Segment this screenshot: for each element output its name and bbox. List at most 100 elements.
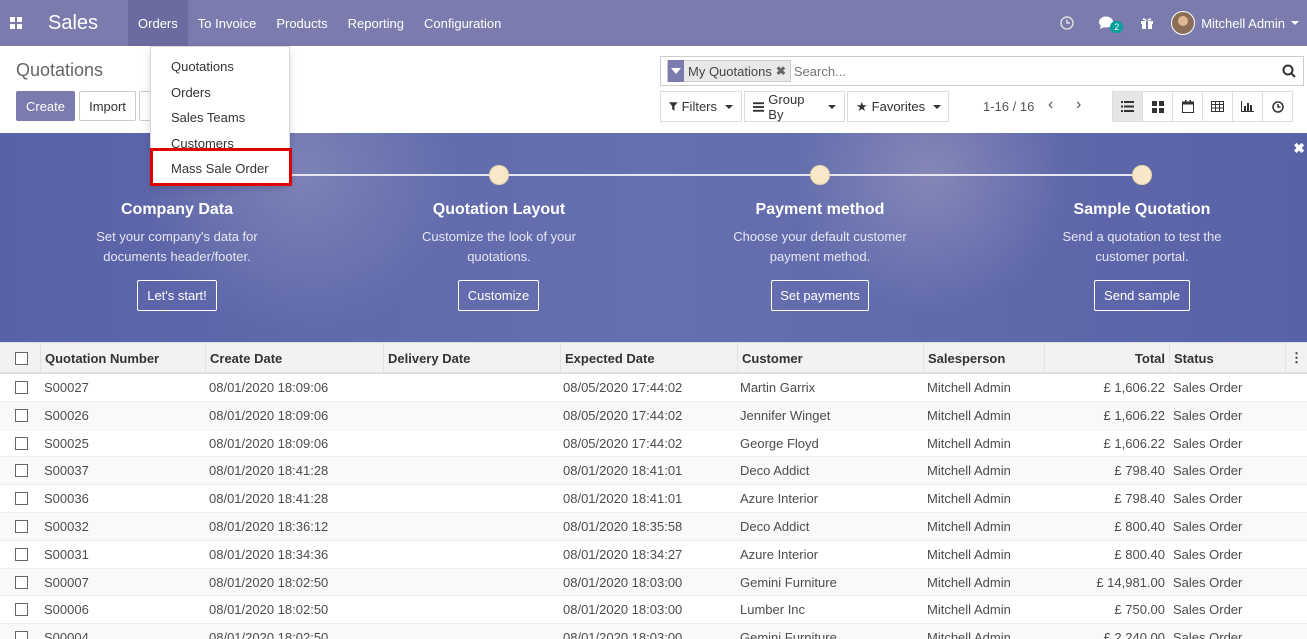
cell-quotation-number: S00032 bbox=[44, 518, 89, 534]
row-checkbox[interactable] bbox=[15, 408, 28, 422]
row-checkbox[interactable] bbox=[15, 464, 28, 478]
table-row[interactable]: S00031 08/01/2020 18:34:36 08/01/2020 18:3… bbox=[0, 541, 1307, 569]
dropdown-item-orders[interactable]: Orders bbox=[171, 85, 211, 100]
quotations-table: Quotation Number Create Date Delivery Da… bbox=[0, 342, 1307, 639]
filters-dropdown[interactable]: Filters bbox=[660, 91, 742, 122]
column-options-icon[interactable]: ⋮ bbox=[1285, 343, 1307, 373]
row-checkbox[interactable] bbox=[15, 381, 28, 394]
close-icon[interactable]: ✖ bbox=[1293, 140, 1305, 157]
select-all-checkbox[interactable] bbox=[15, 352, 28, 365]
row-checkbox[interactable] bbox=[15, 547, 28, 561]
search-facet[interactable]: My Quotations ✖ bbox=[667, 60, 791, 82]
caret-down-icon bbox=[828, 104, 836, 109]
user-menu[interactable]: Mitchell Admin bbox=[1171, 11, 1307, 35]
step-sample-quotation: Sample Quotation Send a quotation to tes… bbox=[1032, 201, 1252, 267]
cell-expected-date: 08/05/2020 17:44:02 bbox=[563, 407, 683, 423]
dropdown-item-quotations[interactable]: Quotations bbox=[171, 59, 234, 74]
search-input[interactable] bbox=[793, 63, 1275, 79]
pager-value[interactable]: 1-16 / 16 bbox=[983, 99, 1034, 114]
customize-button[interactable]: Customize bbox=[458, 280, 539, 311]
view-switcher bbox=[1112, 91, 1293, 122]
row-checkbox[interactable] bbox=[15, 603, 28, 617]
table-body: S00027 08/01/2020 18:09:06 08/05/2020 17:4… bbox=[0, 374, 1307, 639]
kanban-view-icon[interactable] bbox=[1142, 91, 1173, 122]
col-salesperson[interactable]: Salesperson bbox=[923, 343, 1044, 373]
navbar-systray: 2 Mitchell Admin bbox=[1047, 0, 1307, 46]
col-status[interactable]: Status bbox=[1169, 343, 1285, 373]
lets-start-button[interactable]: Let's start! bbox=[137, 280, 217, 311]
table-row[interactable]: S00006 08/01/2020 18:02:50 08/01/2020 18:0… bbox=[0, 596, 1307, 625]
cell-customer: Azure Interior bbox=[740, 546, 819, 562]
caret-down-icon bbox=[725, 104, 733, 109]
table-row[interactable]: S00027 08/01/2020 18:09:06 08/05/2020 17:4… bbox=[0, 374, 1307, 402]
app-brand[interactable]: Sales bbox=[48, 12, 98, 35]
favorites-dropdown[interactable]: ★ Favorites bbox=[847, 91, 949, 122]
row-checkbox[interactable] bbox=[15, 492, 28, 506]
menu-orders[interactable]: Orders bbox=[128, 0, 188, 46]
table-row[interactable]: S00004 08/01/2020 18:02:50 08/01/2020 18:0… bbox=[0, 624, 1307, 639]
row-checkbox[interactable] bbox=[15, 631, 28, 639]
col-quotation-number[interactable]: Quotation Number bbox=[40, 343, 205, 373]
activity-clock-icon[interactable] bbox=[1047, 16, 1087, 30]
col-customer[interactable]: Customer bbox=[737, 343, 923, 373]
cell-quotation-number: S00004 bbox=[44, 630, 89, 639]
col-total[interactable]: Total bbox=[1044, 343, 1169, 373]
cell-customer: Martin Garrix bbox=[740, 380, 816, 395]
menu-products[interactable]: Products bbox=[266, 0, 337, 46]
user-avatar bbox=[1171, 11, 1196, 35]
messages-button[interactable]: 2 bbox=[1087, 15, 1127, 33]
send-sample-button[interactable]: Send sample bbox=[1094, 280, 1190, 311]
menu-configuration[interactable]: Configuration bbox=[414, 0, 511, 46]
cell-salesperson: Mitchell Admin bbox=[927, 491, 1011, 507]
graph-view-icon[interactable] bbox=[1232, 91, 1263, 122]
col-create-date[interactable]: Create Date bbox=[205, 343, 383, 373]
page-title: Quotations bbox=[16, 60, 104, 80]
menu-to-invoice[interactable]: To Invoice bbox=[188, 0, 267, 46]
table-row[interactable]: S00007 08/01/2020 18:02:50 08/01/2020 18:0… bbox=[0, 568, 1307, 597]
table-row[interactable]: S00025 08/01/2020 18:09:06 08/05/2020 17:4… bbox=[0, 430, 1307, 458]
search-button[interactable] bbox=[1275, 57, 1303, 85]
groupby-dropdown[interactable]: Group By bbox=[744, 91, 845, 122]
app-menu-button[interactable] bbox=[0, 0, 32, 46]
cell-status: Sales Order bbox=[1173, 574, 1243, 590]
row-checkbox[interactable] bbox=[15, 436, 28, 450]
row-checkbox[interactable] bbox=[15, 575, 28, 589]
table-row[interactable]: S00026 08/01/2020 18:09:06 08/05/2020 17:4… bbox=[0, 401, 1307, 430]
list-view-icon[interactable] bbox=[1112, 91, 1143, 122]
step-description: Set your company's data for documents hea… bbox=[96, 229, 258, 264]
import-button[interactable]: Import bbox=[79, 91, 136, 121]
cell-expected-date: 08/05/2020 17:44:02 bbox=[563, 435, 683, 451]
cell-customer: Lumber Inc bbox=[740, 602, 806, 618]
table-row[interactable]: S00036 08/01/2020 18:41:28 08/01/2020 18:4… bbox=[0, 485, 1307, 513]
cell-create-date: 08/01/2020 18:41:28 bbox=[209, 491, 329, 507]
list-bars-icon bbox=[753, 101, 765, 112]
activity-view-icon[interactable] bbox=[1262, 91, 1293, 122]
pager-next-icon[interactable]: › bbox=[1076, 96, 1081, 114]
create-button[interactable]: Create bbox=[16, 91, 75, 121]
search-icon bbox=[1282, 64, 1296, 78]
gift-icon[interactable] bbox=[1127, 16, 1167, 30]
dropdown-item-sales-teams[interactable]: Sales Teams bbox=[171, 110, 245, 125]
set-payments-button[interactable]: Set payments bbox=[771, 280, 869, 311]
pager-previous-icon[interactable]: ‹ bbox=[1048, 96, 1053, 114]
table-row[interactable]: S00037 08/01/2020 18:41:28 08/01/2020 18:4… bbox=[0, 457, 1307, 486]
facet-remove-icon[interactable]: ✖ bbox=[776, 64, 790, 78]
cell-total: £ 750.00 bbox=[1114, 602, 1165, 618]
table-row[interactable]: S00032 08/01/2020 18:36:12 08/01/2020 18:3… bbox=[0, 512, 1307, 541]
row-checkbox[interactable] bbox=[15, 519, 28, 533]
cell-status: Sales Order bbox=[1173, 463, 1243, 479]
cell-create-date: 08/01/2020 18:09:06 bbox=[209, 435, 329, 451]
col-expected-date[interactable]: Expected Date bbox=[560, 343, 737, 373]
cell-create-date: 08/01/2020 18:36:12 bbox=[209, 518, 329, 534]
cell-salesperson: Mitchell Admin bbox=[927, 602, 1011, 618]
cell-status: Sales Order bbox=[1173, 602, 1243, 618]
cell-expected-date: 08/01/2020 18:35:58 bbox=[563, 518, 683, 534]
col-delivery-date[interactable]: Delivery Date bbox=[383, 343, 560, 373]
cell-salesperson: Mitchell Admin bbox=[927, 630, 1011, 639]
progress-line bbox=[177, 174, 1142, 176]
cell-customer: Deco Addict bbox=[740, 518, 810, 534]
menu-reporting[interactable]: Reporting bbox=[338, 0, 414, 46]
cell-salesperson: Mitchell Admin bbox=[927, 380, 1011, 395]
pivot-view-icon[interactable] bbox=[1202, 91, 1233, 122]
calendar-view-icon[interactable] bbox=[1172, 91, 1203, 122]
